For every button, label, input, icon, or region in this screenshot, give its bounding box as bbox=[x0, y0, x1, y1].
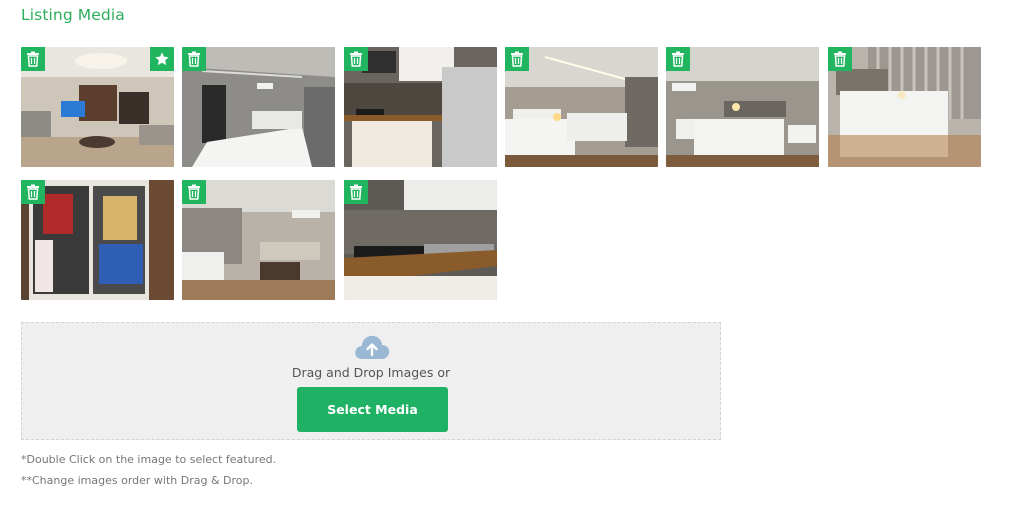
media-thumbnail[interactable] bbox=[344, 47, 497, 167]
trash-icon bbox=[27, 184, 39, 200]
trash-icon bbox=[350, 51, 362, 67]
media-thumbnail[interactable] bbox=[505, 47, 658, 167]
delete-image-button[interactable] bbox=[828, 47, 852, 71]
delete-image-button[interactable] bbox=[344, 180, 368, 204]
media-thumbnail[interactable] bbox=[21, 180, 174, 300]
trash-icon bbox=[188, 184, 200, 200]
media-thumbnail[interactable] bbox=[666, 47, 819, 167]
media-thumbnail[interactable] bbox=[828, 47, 981, 167]
upload-dropzone[interactable]: Drag and Drop Images or Select Media bbox=[21, 322, 721, 440]
star-icon bbox=[155, 52, 169, 66]
dropzone-instruction: Drag and Drop Images or bbox=[291, 365, 451, 380]
delete-image-button[interactable] bbox=[666, 47, 690, 71]
featured-star-button[interactable] bbox=[150, 47, 174, 71]
media-thumbnail[interactable] bbox=[182, 180, 335, 300]
trash-icon bbox=[672, 51, 684, 67]
trash-icon bbox=[27, 51, 39, 67]
trash-icon bbox=[511, 51, 523, 67]
delete-image-button[interactable] bbox=[344, 47, 368, 71]
trash-icon bbox=[350, 184, 362, 200]
select-media-button[interactable]: Select Media bbox=[297, 387, 448, 432]
trash-icon bbox=[188, 51, 200, 67]
featured-hint: *Double Click on the image to select fea… bbox=[21, 453, 277, 466]
media-thumbnail[interactable] bbox=[344, 180, 497, 300]
media-thumbnail[interactable] bbox=[182, 47, 335, 167]
delete-image-button[interactable] bbox=[182, 180, 206, 204]
delete-image-button[interactable] bbox=[21, 180, 45, 204]
media-thumbnail[interactable] bbox=[21, 47, 174, 167]
trash-icon bbox=[834, 51, 846, 67]
cloud-upload-icon bbox=[355, 335, 390, 359]
delete-image-button[interactable] bbox=[21, 47, 45, 71]
order-hint: **Change images order with Drag & Drop. bbox=[21, 474, 254, 487]
section-title: Listing Media bbox=[21, 6, 125, 24]
delete-image-button[interactable] bbox=[182, 47, 206, 71]
delete-image-button[interactable] bbox=[505, 47, 529, 71]
